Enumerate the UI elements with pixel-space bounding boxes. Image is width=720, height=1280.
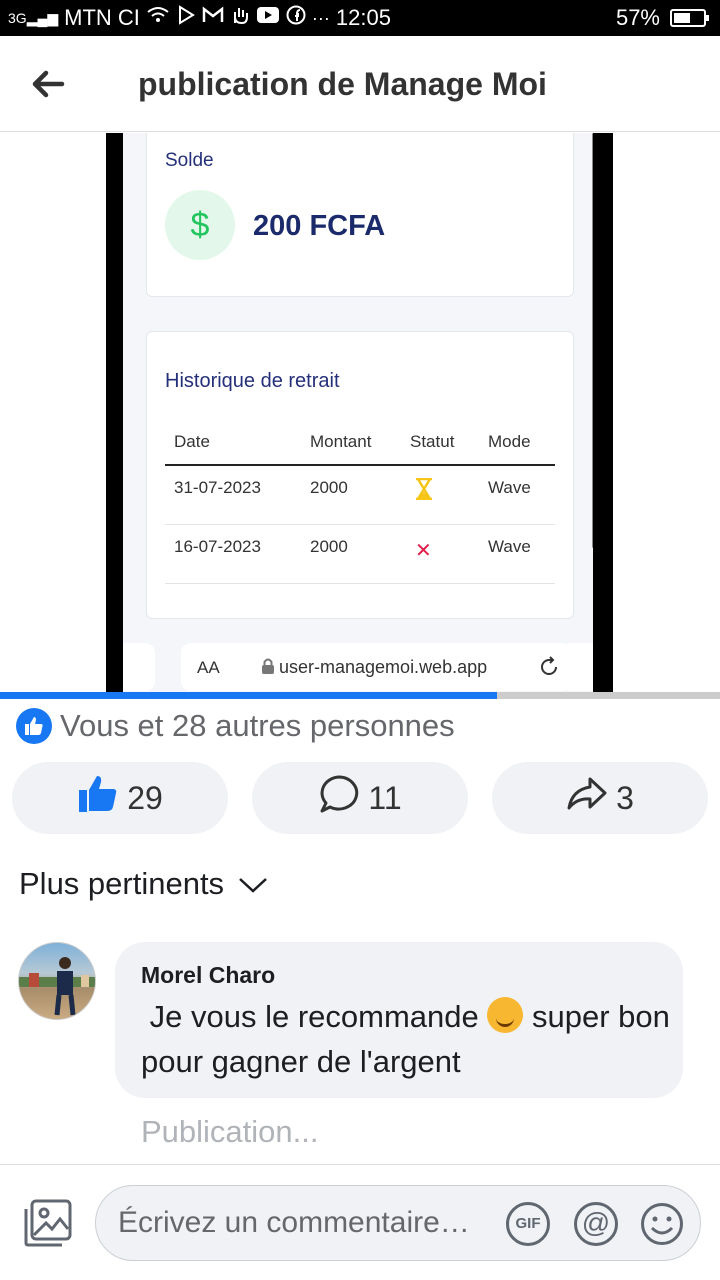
solde-label: Solde	[165, 150, 214, 171]
battery-icon	[670, 9, 709, 27]
hourglass-icon	[414, 477, 434, 501]
lock-icon	[261, 657, 275, 680]
rejected-x-icon: ✕	[415, 540, 432, 562]
like-button[interactable]: 29	[12, 762, 228, 834]
sort-label: Plus pertinents	[19, 866, 225, 901]
comment-input[interactable]: Écrivez un commentaire… GIF @	[95, 1185, 701, 1261]
play-store-icon	[176, 5, 196, 31]
table-header-divider	[165, 464, 555, 466]
url-text: user-managemoi.web.app	[279, 657, 488, 677]
column-header-date: Date	[174, 432, 210, 451]
back-arrow-icon[interactable]	[28, 64, 68, 104]
comment-button[interactable]: 11	[252, 762, 468, 834]
comment-author[interactable]: Morel Charo	[141, 962, 275, 989]
comment-input-placeholder: Écrivez un commentaire…	[118, 1206, 470, 1239]
comment-composer: Écrivez un commentaire… GIF @	[0, 1164, 720, 1280]
gif-button[interactable]: GIF	[506, 1202, 550, 1246]
share-count: 3	[616, 779, 634, 816]
solde-value: 200 FCFA	[253, 210, 386, 242]
relieved-face-emoji-icon	[487, 997, 524, 1033]
comment-bubble-icon	[318, 774, 360, 822]
facebook-icon	[286, 5, 306, 31]
browser-url-bar: AA user-managemoi.web.app	[181, 643, 571, 691]
row-2-date: 16-07-2023	[174, 537, 261, 556]
reload-icon	[539, 655, 559, 683]
status-bar: 3G▂▄▆ MTN CI ··· 12:05 57%	[0, 0, 720, 36]
chevron-down-icon	[238, 866, 268, 902]
column-header-montant: Montant	[310, 432, 372, 451]
comment-text: Je vous le recommande super bon pour gag…	[141, 994, 671, 1084]
thumbs-up-icon	[77, 774, 119, 822]
photo-gallery-icon[interactable]	[22, 1197, 74, 1249]
video-progress-fill	[0, 692, 497, 699]
row-2-mode: Wave	[488, 537, 531, 556]
video-progress-bar[interactable]	[0, 692, 720, 699]
dollar-icon: $	[165, 190, 235, 260]
wifi-icon	[146, 5, 170, 31]
top-app-bar: publication de Manage Moi	[0, 36, 720, 132]
reply-placeholder: Publication...	[141, 1114, 319, 1149]
more-notifications-icon: ···	[311, 8, 330, 28]
comment-count: 11	[368, 779, 402, 816]
comment-sort-dropdown[interactable]: Plus pertinents	[19, 866, 268, 902]
row-2-amount: 2000	[310, 537, 348, 556]
avatar[interactable]	[18, 942, 96, 1020]
emoji-smile-icon[interactable]	[640, 1202, 684, 1246]
column-header-mode: Mode	[488, 432, 531, 451]
like-count: 29	[127, 779, 163, 816]
hand-icon	[230, 5, 250, 31]
comment-text-part-1: Je vous le recommande	[149, 999, 479, 1034]
battery-percent: 57%	[615, 5, 660, 30]
signal-icon: 3G▂▄▆	[8, 10, 59, 26]
youtube-icon	[256, 6, 280, 30]
reactions-summary[interactable]: Vous et 28 autres personnes	[16, 708, 455, 744]
comment-bubble[interactable]: Morel Charo Je vous le recommande super …	[115, 942, 683, 1098]
row-divider	[165, 583, 555, 584]
row-1-date: 31-07-2023	[174, 478, 261, 497]
scrollbar	[592, 133, 593, 548]
text-size-button: AA	[197, 658, 220, 677]
carrier-name: MTN CI	[64, 5, 140, 30]
gmail-icon	[202, 6, 224, 30]
mention-button[interactable]: @	[574, 1202, 618, 1246]
solde-card: Solde $ 200 FCFA	[146, 133, 574, 297]
history-title: Historique de retrait	[165, 370, 340, 392]
phone-screen: Solde $ 200 FCFA Historique de retrait D…	[123, 133, 593, 692]
post-media[interactable]: Solde $ 200 FCFA Historique de retrait D…	[0, 133, 720, 692]
like-reaction-icon	[16, 708, 52, 744]
share-arrow-icon	[566, 776, 608, 820]
phone-screenshot: Solde $ 200 FCFA Historique de retrait D…	[106, 133, 613, 692]
row-divider	[165, 524, 555, 525]
reactions-count-text: Vous et 28 autres personnes	[60, 708, 455, 743]
history-card: Historique de retrait Date Montant Statu…	[146, 331, 574, 619]
column-header-statut: Statut	[410, 432, 455, 451]
share-button[interactable]: 3	[492, 762, 708, 834]
clock: 12:05	[335, 5, 391, 30]
row-1-mode: Wave	[488, 478, 531, 497]
page-title: publication de Manage Moi	[138, 66, 547, 102]
browser-tab-left	[123, 643, 155, 691]
browser-tab-right	[561, 643, 593, 691]
row-1-amount: 2000	[310, 478, 348, 497]
